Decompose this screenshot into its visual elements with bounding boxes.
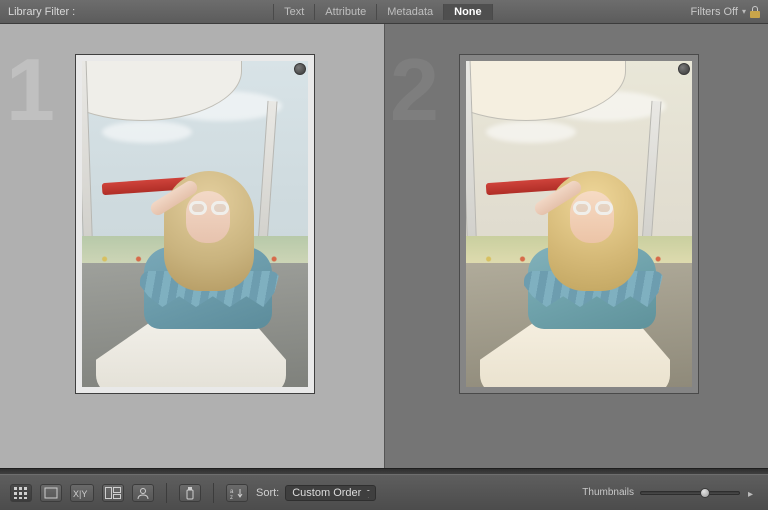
thumbnails-label: Thumbnails	[582, 487, 634, 498]
svg-text:X|Y: X|Y	[73, 489, 87, 499]
photo-preview-1	[82, 61, 308, 387]
compare-icon: X|Y	[73, 487, 91, 499]
svg-text:z: z	[230, 495, 233, 499]
grid-icon	[14, 487, 28, 499]
photo-preview-2	[466, 61, 692, 387]
toolbar-separator	[166, 483, 167, 503]
flag-marker-icon[interactable]	[678, 63, 690, 75]
sort-control: Sort: Custom Order	[256, 485, 376, 501]
library-filter-bar: Library Filter : Text Attribute Metadata…	[0, 0, 768, 24]
photo-cell-1[interactable]	[75, 54, 315, 394]
grid-toolbar: X|Y az Sort: Custom Order Thumbnails	[0, 474, 768, 510]
lock-icon[interactable]	[750, 6, 760, 18]
thumbnails-slider[interactable]	[640, 491, 740, 495]
sort-order-dropdown[interactable]: Custom Order	[285, 485, 376, 501]
filter-tab-none[interactable]: None	[443, 4, 493, 20]
view-loupe-button[interactable]	[40, 484, 62, 502]
filters-off-label: Filters Off	[691, 6, 738, 18]
view-compare-button[interactable]: X|Y	[70, 484, 94, 502]
thumbnails-slider-knob[interactable]	[700, 488, 710, 498]
sort-direction-button[interactable]: az	[226, 484, 248, 502]
filters-off-toggle[interactable]: Filters Off ▾	[691, 6, 761, 18]
painter-tool-button[interactable]	[179, 484, 201, 502]
view-survey-button[interactable]	[102, 484, 124, 502]
compare-pane-select[interactable]: 1	[0, 24, 384, 468]
sort-az-icon: az	[230, 487, 244, 499]
loupe-icon	[44, 487, 58, 499]
pane-number-2: 2	[390, 46, 439, 134]
thumbnails-size-control: Thumbnails	[582, 487, 740, 498]
view-people-button[interactable]	[132, 484, 154, 502]
spray-can-icon	[185, 486, 195, 500]
toolbar-expand-icon[interactable]	[748, 488, 758, 498]
toolbar-separator	[213, 483, 214, 503]
filter-tab-metadata[interactable]: Metadata	[376, 4, 443, 20]
filter-tab-text[interactable]: Text	[273, 4, 314, 20]
pane-number-1: 1	[6, 46, 55, 134]
library-filter-label: Library Filter :	[8, 6, 75, 18]
filter-tab-attribute[interactable]: Attribute	[314, 4, 376, 20]
filter-tabs: Text Attribute Metadata None	[273, 4, 493, 20]
photo-cell-2[interactable]	[459, 54, 699, 394]
survey-icon	[105, 487, 121, 499]
lightroom-library-panel: Library Filter : Text Attribute Metadata…	[0, 0, 768, 510]
people-icon	[136, 487, 150, 499]
compare-pane-candidate[interactable]: 2	[384, 24, 768, 468]
flag-marker-icon[interactable]	[294, 63, 306, 75]
view-grid-button[interactable]	[10, 484, 32, 502]
sort-label: Sort:	[256, 487, 279, 499]
compare-view: 1 2	[0, 24, 768, 468]
chevron-down-icon: ▾	[742, 7, 746, 16]
